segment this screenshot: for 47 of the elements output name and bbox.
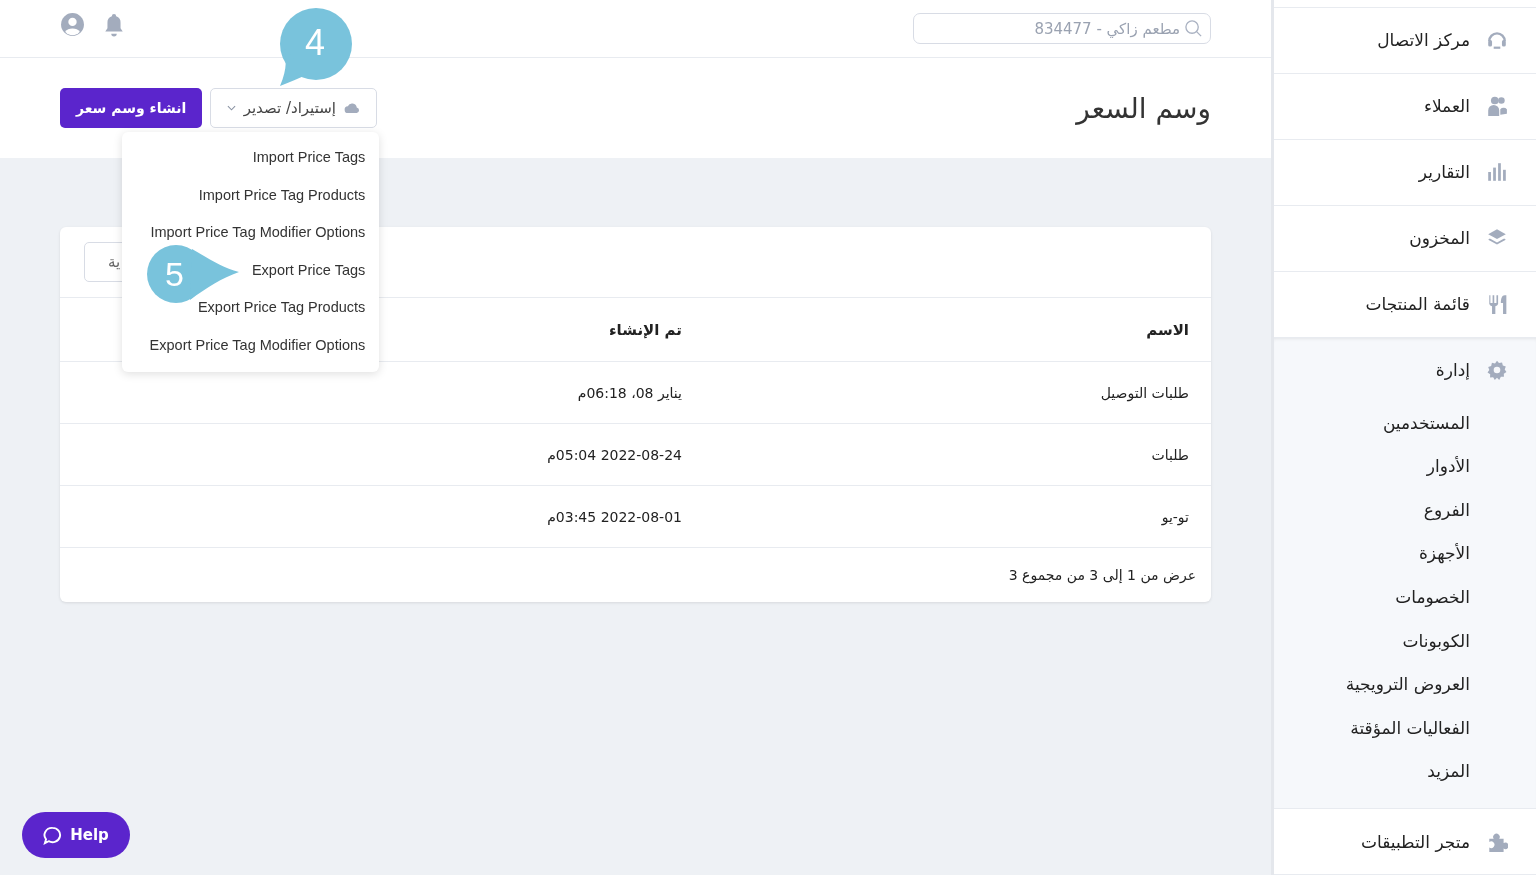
sidebar-subitem[interactable]: الأدوار <box>1274 445 1536 489</box>
bar-chart-icon <box>1486 161 1508 184</box>
sidebar-subitem[interactable]: الأجهزة <box>1274 532 1536 577</box>
sidebar-item[interactable]: إدارة <box>1274 337 1536 402</box>
sidebar-subitem[interactable]: المستخدمين <box>1274 401 1536 446</box>
users-icon <box>1486 95 1508 118</box>
table-cell: طلبات التوصيل <box>682 361 1211 424</box>
puzzle-icon <box>1486 830 1508 853</box>
menu-item[interactable]: Export Price Tags <box>251 251 366 290</box>
sidebar-subitem[interactable]: الخصومات <box>1274 576 1536 620</box>
help-button[interactable]: Help <box>22 812 130 858</box>
utensils-icon <box>1486 293 1508 316</box>
caret-icon <box>226 105 236 111</box>
chat-bubble-icon <box>43 825 63 845</box>
sidebar-subitem[interactable]: الفروع <box>1274 488 1536 533</box>
menu-item[interactable]: Import Price Tag Products <box>198 176 366 215</box>
sidebar-subitem[interactable]: الكوبونات <box>1274 619 1536 664</box>
create-button[interactable]: انشاء وسم سعر <box>60 88 203 128</box>
cloud-icon <box>343 102 361 114</box>
table-cell: طلبات <box>682 423 1211 486</box>
pagination-info: عرض من 1 إلى 3 من مجموع 3 <box>1008 567 1196 583</box>
sidebar-item[interactable]: المخزون <box>1274 205 1536 271</box>
table-cell: 2022-08-01 03:45م <box>482 485 682 548</box>
table-cell: تو-يو <box>682 485 1211 548</box>
table-cell: 2022-08-24 05:04م <box>482 423 682 486</box>
page-title: وسم السعر <box>1076 91 1211 125</box>
sidebar-subitem[interactable]: الفعاليات المؤقتة <box>1274 706 1536 751</box>
table-cell: يناير 08، 06:18م <box>482 361 682 424</box>
import-export-button[interactable]: إستيراد/ تصدير <box>210 88 378 128</box>
notification-bell-icon[interactable] <box>103 12 125 37</box>
step-callout: 4 <box>278 8 354 88</box>
search-field[interactable]: مطعم زاكي - 834477 <box>913 13 1211 44</box>
settings-icon <box>1486 358 1508 381</box>
sidebar-item[interactable]: متجر التطبيقات <box>1274 809 1536 874</box>
column-header: الاسم <box>682 298 1211 362</box>
sidebar-item[interactable]: العملاء <box>1274 73 1536 139</box>
sidebar-item[interactable]: قائمة المنتجات <box>1274 271 1536 337</box>
user-avatar-icon[interactable] <box>60 12 85 37</box>
search-icon <box>1184 19 1203 38</box>
sidebar-item[interactable]: التقارير <box>1274 139 1536 205</box>
column-header: تم الإنشاء <box>482 298 682 362</box>
sidebar-item[interactable]: مركز الاتصال <box>1274 7 1536 73</box>
sidebar-subitem[interactable]: العروض الترويجية <box>1274 663 1536 707</box>
menu-item[interactable]: Import Price Tags <box>252 139 366 177</box>
sidebar-subitem[interactable]: المزيد <box>1274 750 1536 794</box>
menu-item[interactable]: Export Price Tag Modifier Options <box>149 326 366 365</box>
headset-icon <box>1486 29 1508 52</box>
